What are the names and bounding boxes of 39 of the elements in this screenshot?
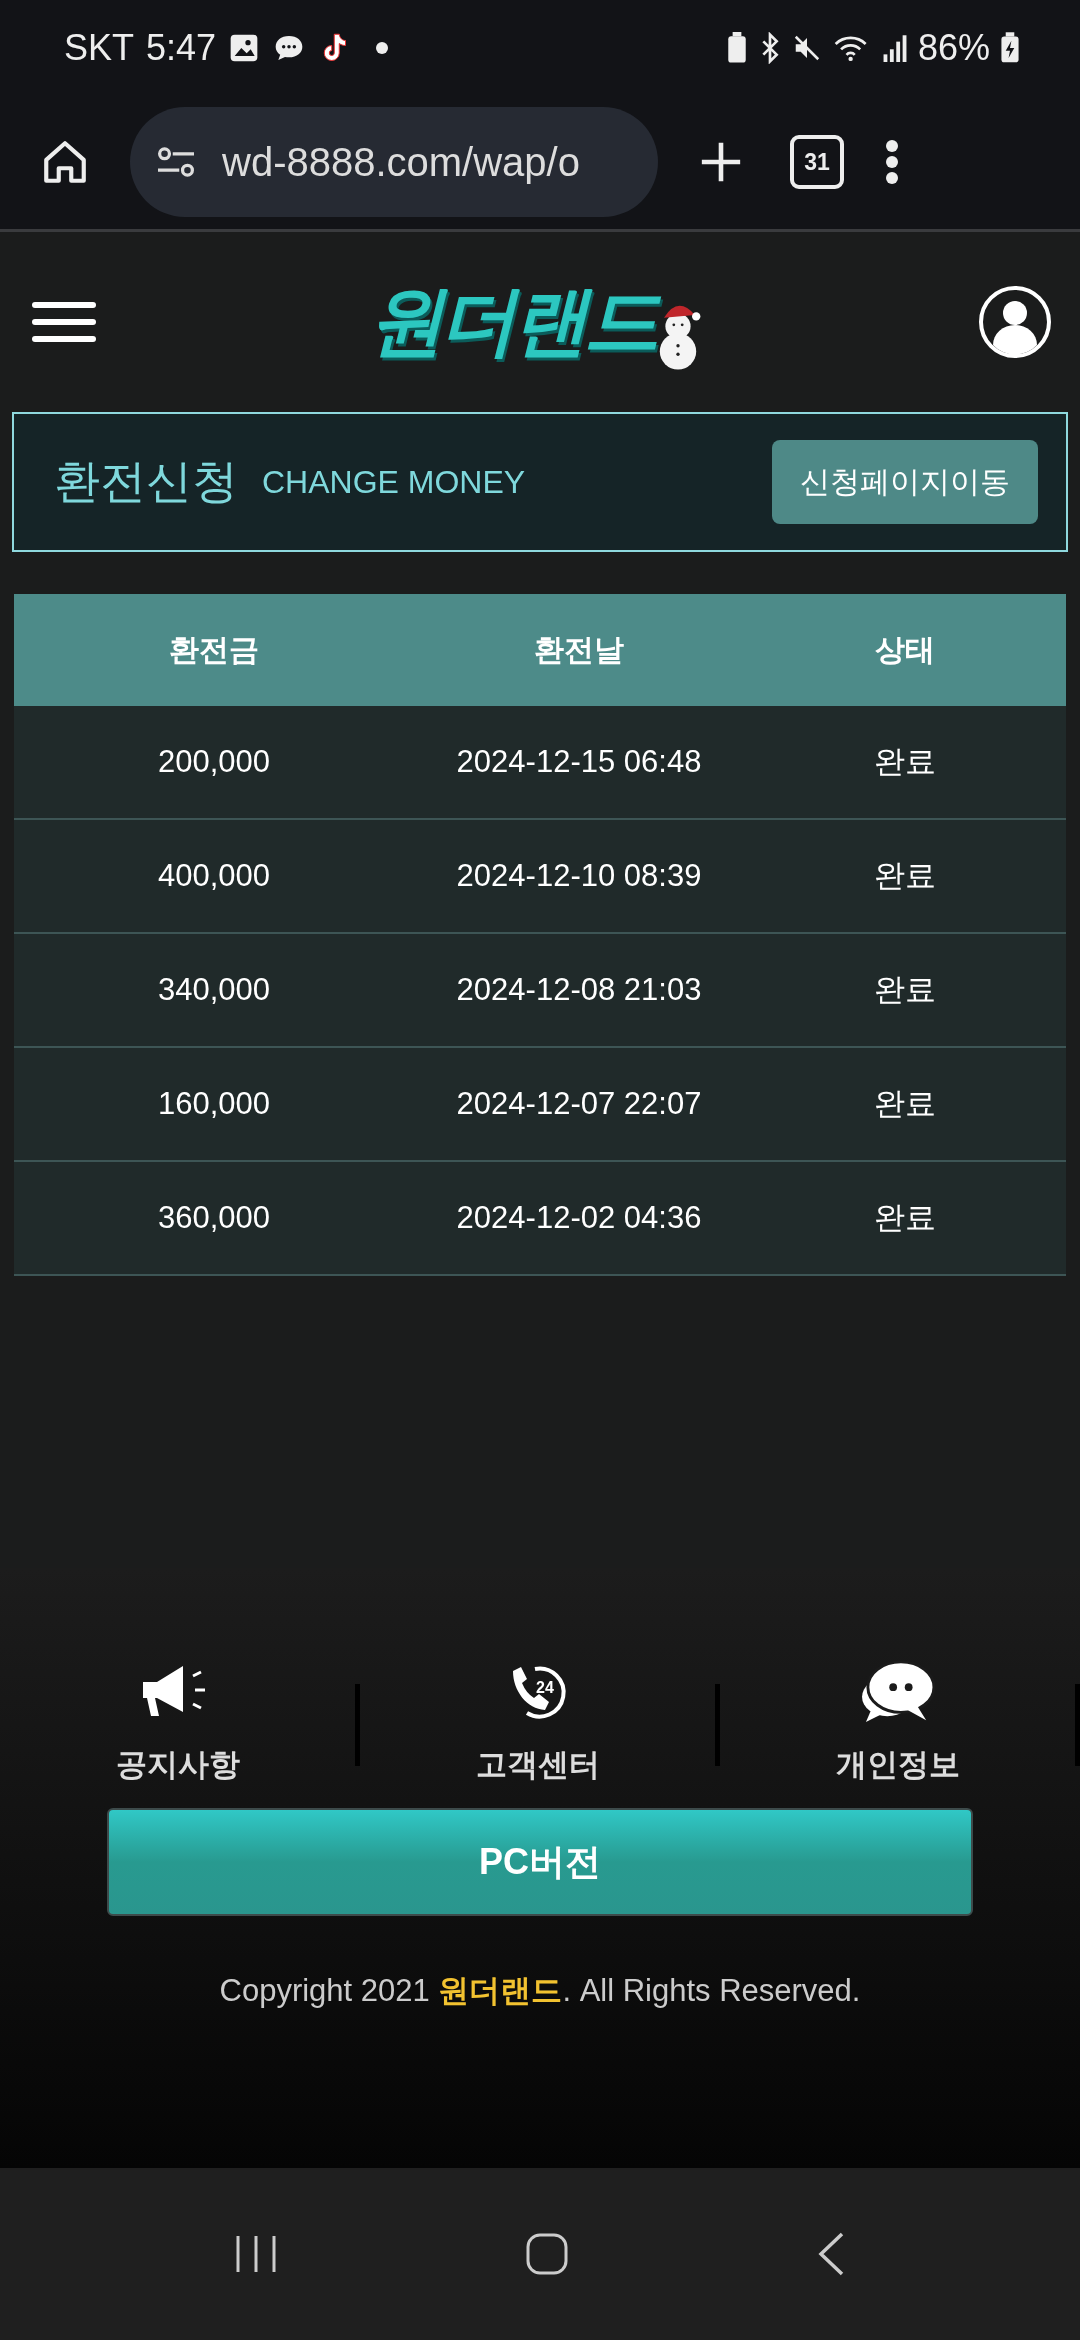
table-cell-text: 2024-12-15 06:48 (455, 744, 703, 780)
url-text: wd-8888.com/wap/o (222, 139, 580, 185)
apply-page-button[interactable]: 신청페이지이동 (772, 440, 1038, 524)
battery-percent: 86% (917, 26, 990, 69)
signal-icon (881, 33, 908, 62)
footer-link[interactable]: 공지사항 (0, 1658, 355, 1786)
panel-subtitle: CHANGE MONEY (262, 463, 527, 501)
table-cell-text: 2024-12-10 08:39 (455, 858, 703, 894)
notification-dot-icon (376, 41, 389, 54)
table-cell-text: 완료 (873, 971, 937, 1009)
clock: 5:47 (146, 26, 217, 69)
table-cell-text: 2024-12-07 22:07 (455, 1086, 703, 1122)
menu-icon[interactable] (32, 300, 96, 344)
table-cell-text: 360,000 (156, 1200, 272, 1236)
column-header: 상태 (874, 631, 936, 668)
copyright-text: Copyright 2021 원더랜드. All Rights Reserved. (219, 1972, 861, 2010)
user-avatar-icon[interactable] (978, 285, 1052, 359)
address-bar[interactable]: wd-8888.com/wap/o (130, 107, 658, 217)
more-options-icon[interactable] (884, 137, 900, 187)
battery-saver-icon (725, 31, 748, 64)
battery-icon (1000, 31, 1020, 64)
carrier: SKT (64, 26, 134, 69)
table-cell-text: 완료 (873, 1199, 937, 1237)
table-cell-text: 완료 (873, 1085, 937, 1123)
table-cell-text: 160,000 (156, 1086, 272, 1122)
panel-title: 환전신청 (54, 454, 238, 509)
table-cell-text: 200,000 (156, 744, 272, 780)
home-button-icon[interactable] (525, 2232, 569, 2276)
table-cell-text: 400,000 (156, 858, 272, 894)
column-header: 환전금 (168, 631, 260, 668)
table-cell-text: 2024-12-02 04:36 (455, 1200, 703, 1236)
table-cell-text: 완료 (873, 857, 937, 895)
column-header: 환전날 (533, 631, 625, 668)
table-cell-text: 2024-12-08 21:03 (455, 972, 703, 1008)
table-cell-text: 완료 (873, 743, 937, 781)
tab-count-button[interactable]: 31 (790, 135, 844, 189)
table-cell-text: 340,000 (156, 972, 272, 1008)
footer-link[interactable]: 개인정보 (720, 1658, 1075, 1786)
footer-link[interactable]: 24 고객센터 (360, 1658, 715, 1786)
